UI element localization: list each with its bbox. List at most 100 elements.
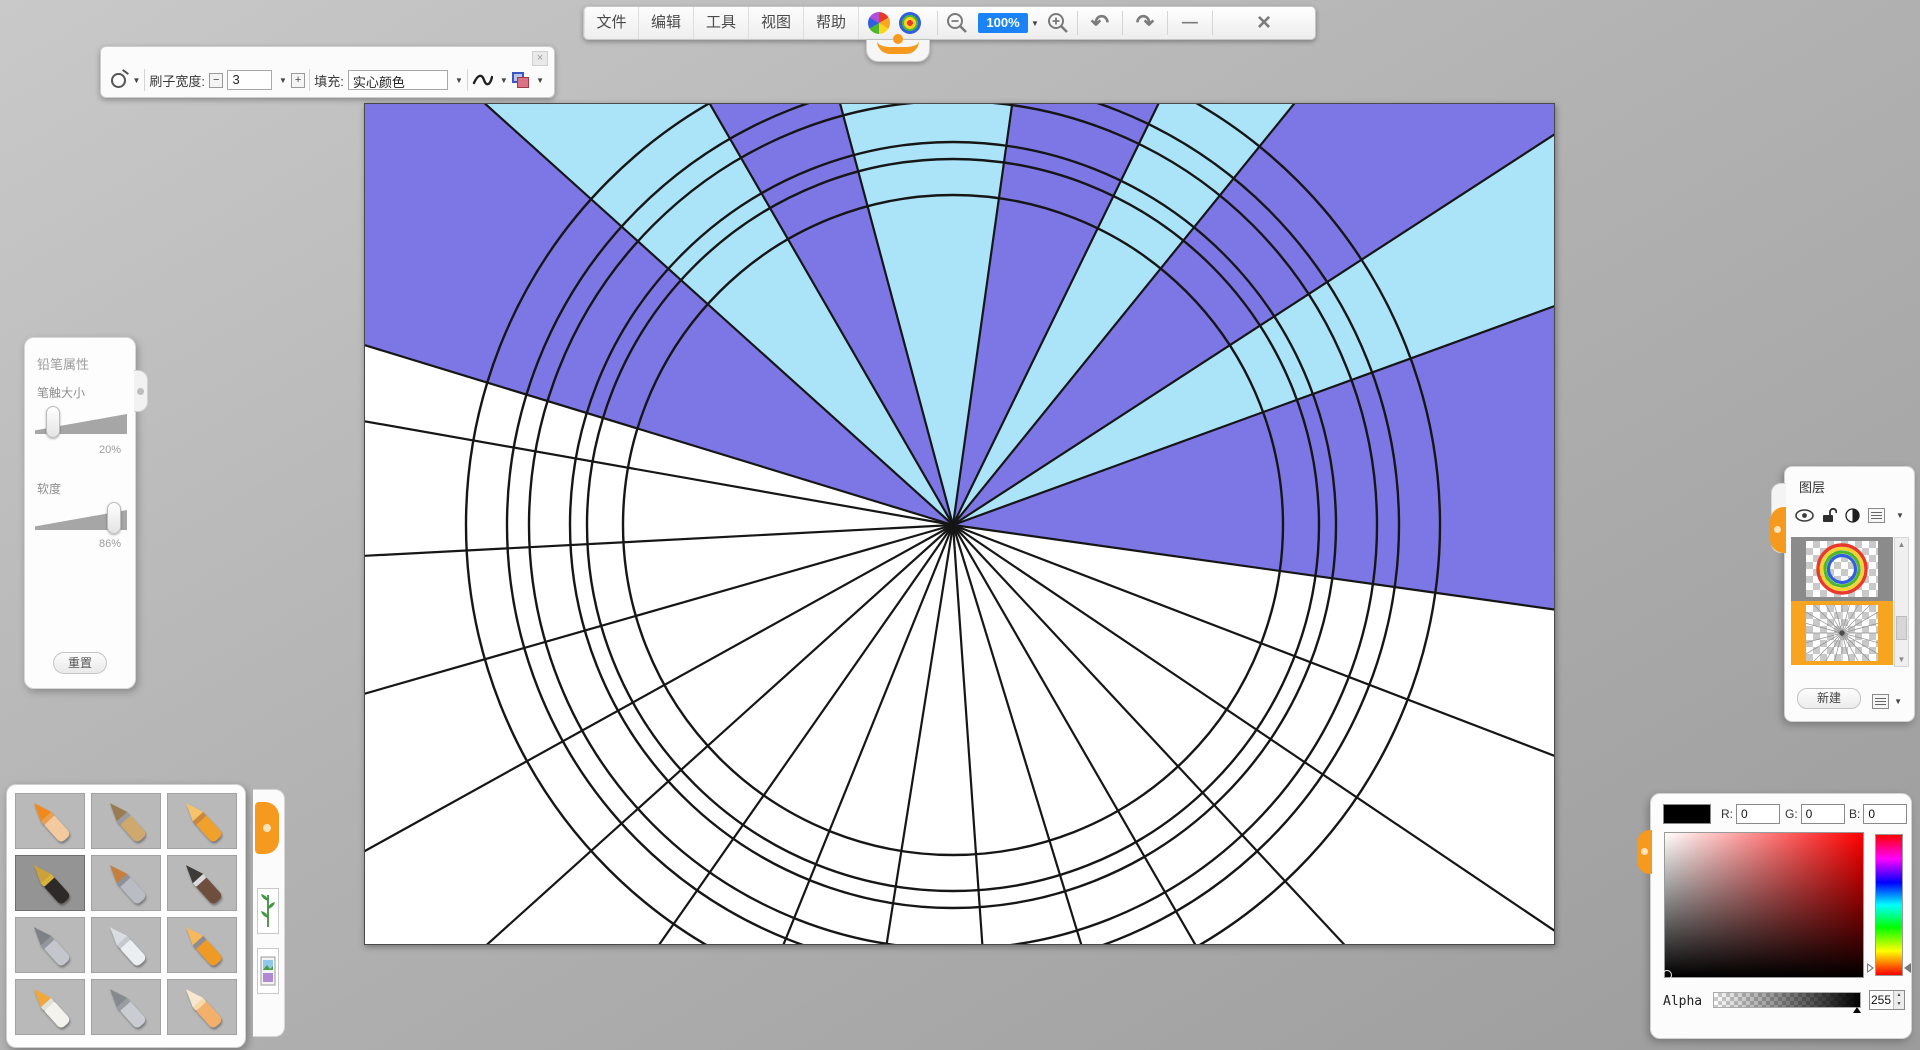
menu-edit[interactable]: 编辑 [639,7,694,39]
zoom-out-icon [945,11,969,35]
saturation-value-picker[interactable] [1664,832,1864,978]
hue-marker-right[interactable] [1904,963,1911,973]
clown-drag-handle[interactable] [859,7,937,39]
layer-row-rainbow-circle[interactable] [1791,537,1893,601]
brush-shape-icon[interactable] [111,73,126,88]
layer-visibility-eye-icon[interactable] [1795,509,1814,522]
brush-width-caret[interactable]: ▼ [279,76,287,85]
alpha-spinbox[interactable]: 255 ▲ ▼ [1869,990,1905,1010]
reset-button[interactable]: 重置 [53,652,107,674]
red-input[interactable]: 0 [1736,804,1780,824]
shape-fill-caret[interactable]: ▼ [536,76,544,85]
minimize-button[interactable]: — [1168,7,1212,39]
tool-flat-brush[interactable] [91,855,161,911]
softness-slider[interactable] [35,506,127,532]
zoom-level-value[interactable]: 100% [978,13,1028,33]
close-button[interactable]: × [1213,7,1315,39]
layer-options-caret[interactable]: ▼ [1896,511,1904,520]
shape-fill-icon[interactable] [512,72,529,88]
stroke-size-slider-handle[interactable] [46,406,60,438]
brush-width-value[interactable]: 3 [227,70,271,90]
zoom-in-icon [1046,11,1070,35]
palette-drag-ear[interactable] [255,802,279,854]
layer-options-button[interactable] [1868,508,1885,523]
tool-eraser[interactable] [167,979,237,1035]
brush-panel-close-button[interactable]: × [532,51,548,66]
tool-pen[interactable] [15,855,85,911]
layer-thumbnail-radial-rays [1806,605,1878,661]
charcoal-icon [98,797,154,845]
tool-charcoal[interactable] [91,793,161,849]
pencil-panel-collapse-tab[interactable] [134,370,148,412]
brush-width-decrease-button[interactable]: − [209,73,223,88]
brush-shape-caret[interactable]: ▼ [133,76,141,85]
hue-strip[interactable] [1875,834,1903,976]
alpha-value[interactable]: 255 [1870,993,1893,1007]
pencil-panel-title: 铅笔属性 [37,354,89,373]
red-label: R: [1721,807,1733,821]
hue-marker-left[interactable] [1867,963,1874,973]
alpha-spin-down[interactable]: ▼ [1894,1000,1904,1009]
scroll-down-arrow[interactable]: ▼ [1895,653,1908,666]
menu-help[interactable]: 帮助 [804,7,859,39]
drawing-canvas[interactable] [364,103,1555,945]
new-layer-button[interactable]: 新建 [1797,688,1861,709]
stroke-size-label: 笔触大小 [37,384,85,401]
stroke-size-value: 20% [99,444,121,456]
menu-file[interactable]: 文件 [584,7,639,39]
radial-rays-art [1806,605,1878,661]
undo-button[interactable]: ↶ [1078,7,1122,39]
layers-scrollbar[interactable]: ▲ ▼ [1894,537,1909,667]
layers-toolbar: ▼ [1795,507,1904,523]
alpha-slider[interactable] [1713,992,1861,1008]
menu-view[interactable]: 视图 [749,7,804,39]
layer-lock-icon[interactable] [1822,507,1837,523]
tool-pointed-brush[interactable] [167,855,237,911]
tool-paint-tube[interactable] [15,979,85,1035]
fill-label: 填充: [314,71,344,90]
brush-width-increase-button[interactable]: + [291,73,305,88]
alpha-slider-marker[interactable] [1853,1007,1861,1013]
flat-brush-icon [98,859,154,907]
red-field-group: R: 0 [1721,804,1780,824]
blue-input[interactable]: 0 [1863,804,1907,824]
fill-type-dropdown[interactable]: 实心颜色 [348,70,448,90]
pencil-icon [22,797,78,845]
softness-slider-handle[interactable] [107,502,121,534]
knife-icon [98,921,154,969]
green-input[interactable]: 0 [1801,804,1845,824]
tool-oil-pen[interactable] [91,979,161,1035]
tool-roller[interactable] [167,917,237,973]
layer-row-radial-rays[interactable] [1791,601,1893,665]
tool-pencil[interactable] [15,793,85,849]
line-style-caret[interactable]: ▼ [500,76,508,85]
scroll-up-arrow[interactable]: ▲ [1895,538,1908,551]
tool-airbrush[interactable] [15,917,85,973]
layer-list-menu-button[interactable]: ▼ [1872,694,1902,709]
tool-crayon[interactable] [167,793,237,849]
color-panel-drag-ear[interactable] [1637,830,1652,874]
picture-stamp-button[interactable] [257,948,279,994]
alpha-spinner[interactable]: ▲ ▼ [1893,991,1904,1009]
stroke-size-slider[interactable] [35,410,127,436]
zoom-dropdown-caret[interactable]: ▼ [1031,7,1039,39]
line-style-icon[interactable] [472,72,493,88]
undo-icon: ↶ [1091,8,1109,38]
minimize-icon: — [1182,8,1198,38]
layers-drag-ear[interactable] [1770,507,1786,553]
scrollbar-thumb[interactable] [1896,616,1907,640]
fill-type-caret[interactable]: ▼ [455,76,463,85]
zoom-out-button[interactable] [938,7,976,39]
menu-tools[interactable]: 工具 [694,7,749,39]
layer-list [1791,537,1893,665]
zoom-in-button[interactable] [1039,7,1077,39]
redo-button[interactable]: ↷ [1123,7,1167,39]
current-color-swatch[interactable] [1663,804,1711,824]
alpha-spin-up[interactable]: ▲ [1894,991,1904,1000]
plant-stamp-button[interactable] [257,888,279,934]
clown-nose-icon [893,34,903,44]
tool-knife[interactable] [91,917,161,973]
layer-blend-icon[interactable] [1845,508,1860,523]
layer-list-menu-caret: ▼ [1894,697,1902,706]
green-label: G: [1785,807,1798,821]
